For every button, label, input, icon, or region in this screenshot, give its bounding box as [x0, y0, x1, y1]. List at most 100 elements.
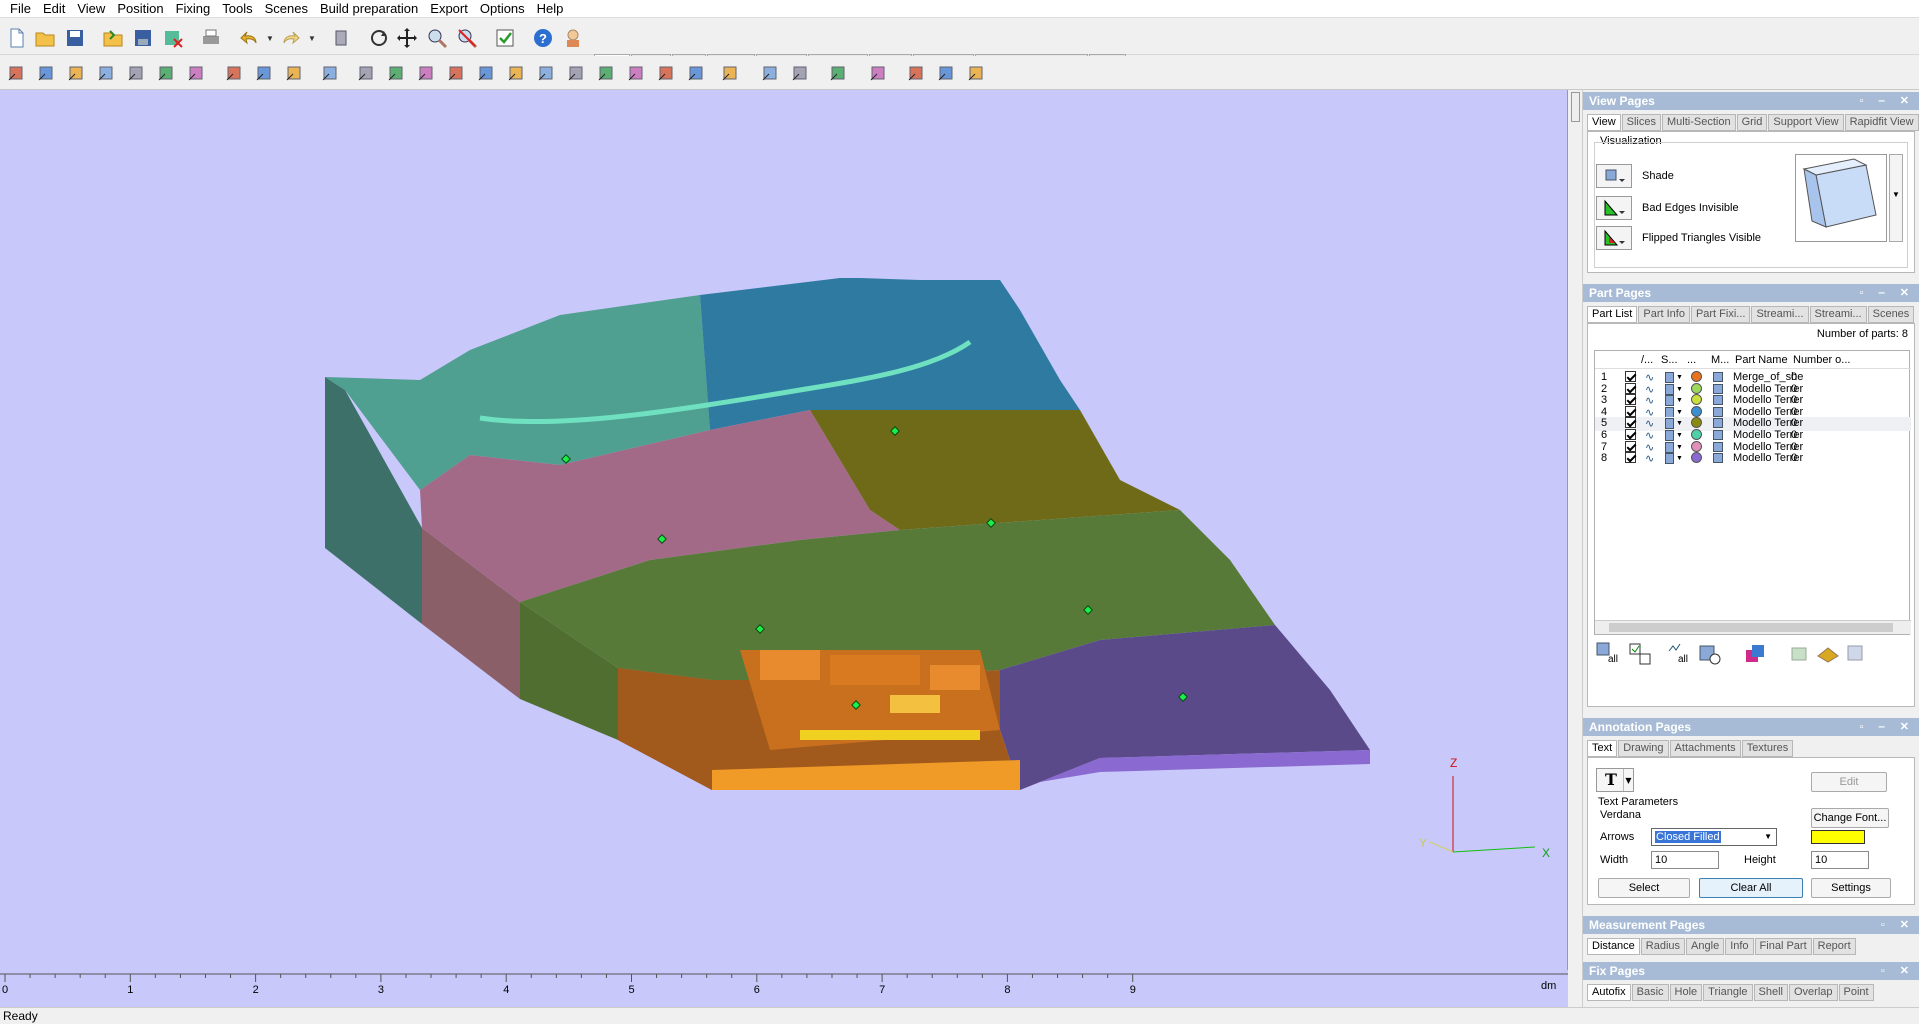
cube-icon[interactable] — [826, 60, 852, 86]
part-list-table[interactable]: /... S...... M... Part Name Number o... 1 ∿ ▼ M… — [1594, 350, 1911, 635]
split-icon[interactable] — [788, 60, 814, 86]
mirror-icon[interactable] — [124, 60, 150, 86]
width-field[interactable]: 10 — [1651, 851, 1719, 869]
tab-drawing[interactable]: Drawing — [1618, 740, 1669, 757]
tab-text[interactable]: Text — [1587, 740, 1618, 757]
menu-tools[interactable]: Tools — [216, 1, 258, 17]
menu-scenes[interactable]: Scenes — [259, 1, 314, 17]
shade-mode-icon[interactable] — [1665, 406, 1674, 418]
tab-distance[interactable]: Distance — [1587, 938, 1640, 955]
arrows-select[interactable]: Closed Filled ▼ — [1651, 828, 1777, 846]
redo-dropdown-icon[interactable]: ▼ — [308, 35, 316, 43]
menu-options[interactable]: Options — [474, 1, 531, 17]
shade-mode-icon[interactable] — [1665, 430, 1674, 441]
menu-edit[interactable]: Edit — [37, 1, 71, 17]
col-header-1[interactable]: S... — [1661, 354, 1678, 366]
part-color-dot[interactable] — [1691, 394, 1702, 406]
shade-dropdown-icon[interactable]: ▼ — [1676, 444, 1683, 451]
tab-angle[interactable]: Angle — [1686, 938, 1725, 955]
tab-autofix[interactable]: Autofix — [1587, 984, 1631, 1001]
tab-basic[interactable]: Basic — [1631, 984, 1669, 1001]
rotate-free-icon[interactable] — [94, 60, 120, 86]
select-button[interactable]: Select — [1598, 878, 1690, 898]
menu-export[interactable]: Export — [424, 1, 474, 17]
part-color-dot[interactable] — [1691, 405, 1702, 417]
section-icon[interactable] — [534, 60, 560, 86]
3d-viewport[interactable]: Z Y X — [0, 90, 1568, 1007]
menu-fixing[interactable]: Fixing — [170, 1, 217, 17]
tab-textures[interactable]: Textures — [1741, 740, 1794, 757]
check-all-icon[interactable] — [1628, 642, 1652, 666]
save-part-icon[interactable] — [130, 25, 156, 51]
visibility-checkbox[interactable] — [1625, 452, 1636, 464]
shade-dropdown-icon[interactable]: ▼ — [1676, 432, 1683, 439]
tab-slices[interactable]: Slices — [1621, 114, 1661, 131]
visibility-checkbox[interactable] — [1625, 417, 1636, 429]
undo-icon[interactable] — [236, 25, 262, 51]
col-header-2[interactable]: ... — [1687, 354, 1696, 366]
clear-all-button[interactable]: Clear All — [1699, 878, 1803, 898]
part-color-dot[interactable] — [1691, 417, 1702, 429]
translate-icon[interactable] — [4, 60, 30, 86]
tab-multi-section[interactable]: Multi-Section — [1662, 114, 1736, 131]
shade-mode-icon[interactable] — [1665, 395, 1674, 407]
copy-icon[interactable] — [282, 60, 308, 86]
tab-scenes[interactable]: Scenes — [1867, 306, 1915, 323]
nest-icon[interactable] — [758, 60, 784, 86]
shade-button[interactable] — [1596, 164, 1632, 188]
edit-button[interactable]: Edit — [1811, 772, 1887, 792]
tab-part-fixi[interactable]: Part Fixi... — [1690, 306, 1751, 323]
undo-dropdown-icon[interactable]: ▼ — [266, 35, 274, 43]
layers-icon[interactable] — [934, 60, 960, 86]
check-icon[interactable] — [492, 25, 518, 51]
duplicate-icon[interactable] — [184, 60, 210, 86]
visibility-checkbox[interactable] — [1625, 440, 1636, 452]
visibility-checkbox[interactable] — [1625, 371, 1636, 382]
add-part-icon[interactable] — [354, 60, 380, 86]
label-icon[interactable] — [414, 60, 440, 86]
shade-mode-icon[interactable] — [1665, 418, 1674, 430]
color-part-icon[interactable] — [1744, 642, 1768, 666]
view-cube-scroll[interactable]: ▼ — [1889, 154, 1903, 242]
tab-overlap[interactable]: Overlap — [1788, 984, 1838, 1001]
tab-attachments[interactable]: Attachments — [1669, 740, 1741, 757]
tab-part-list[interactable]: Part List — [1587, 306, 1638, 323]
settings-part-icon[interactable] — [1698, 642, 1722, 666]
visibility-checkbox[interactable] — [1625, 394, 1636, 406]
redo-icon[interactable] — [278, 25, 304, 51]
terrain-model[interactable] — [0, 90, 1568, 970]
settings-button[interactable]: Settings — [1811, 878, 1891, 898]
part-color-dot[interactable] — [1691, 429, 1702, 440]
frame-icon[interactable] — [654, 60, 680, 86]
height-field[interactable]: 10 — [1811, 851, 1869, 869]
h-scrollbar[interactable] — [1595, 620, 1911, 634]
text-part-icon[interactable] — [384, 60, 410, 86]
tab-grid[interactable]: Grid — [1736, 114, 1768, 131]
menu-build-preparation[interactable]: Build preparation — [314, 1, 424, 17]
move-icon[interactable] — [34, 60, 60, 86]
zoom-off-icon[interactable] — [454, 25, 480, 51]
save-icon[interactable] — [62, 25, 88, 51]
tab-streami[interactable]: Streami... — [1751, 306, 1809, 323]
hand-select-icon[interactable] — [328, 25, 354, 51]
shade-mode-icon[interactable] — [1665, 453, 1674, 465]
pin-icon[interactable] — [1571, 92, 1580, 122]
tab-triangle[interactable]: Triangle — [1703, 984, 1753, 1001]
measure-icon[interactable] — [444, 60, 470, 86]
report-icon[interactable] — [866, 60, 892, 86]
paste-icon[interactable] — [252, 60, 278, 86]
tab-shell[interactable]: Shell — [1753, 984, 1788, 1001]
part-color-dot[interactable] — [1691, 371, 1702, 382]
shell-icon[interactable] — [564, 60, 590, 86]
bad-edges-button[interactable] — [1596, 196, 1632, 220]
pan-icon[interactable] — [394, 25, 420, 51]
cut-icon[interactable] — [222, 60, 248, 86]
open-file-icon[interactable] — [32, 25, 58, 51]
wireframe-icon[interactable]: ∿ — [1645, 452, 1654, 465]
visibility-checkbox[interactable] — [1625, 429, 1636, 440]
tab-report[interactable]: Report — [1812, 938, 1856, 955]
part-color-dot[interactable] — [1691, 440, 1702, 452]
layer-part-icon[interactable] — [1816, 642, 1840, 666]
tab-rapidfit-view[interactable]: Rapidfit View — [1844, 114, 1919, 131]
shade-dropdown-icon[interactable]: ▼ — [1676, 374, 1683, 381]
